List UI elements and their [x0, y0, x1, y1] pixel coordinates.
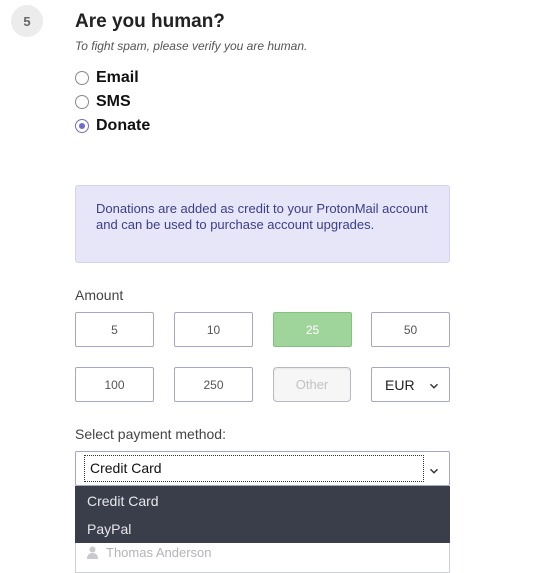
step-number-badge: 5 [11, 5, 43, 37]
amount-50-button[interactable]: 50 [371, 312, 450, 347]
cardholder-name-placeholder: Thomas Anderson [106, 545, 212, 560]
amount-other-input[interactable] [273, 367, 351, 402]
user-icon [87, 546, 98, 564]
radio-option-email[interactable]: Email [75, 69, 139, 87]
radio-option-donate[interactable]: Donate [75, 117, 150, 135]
sms-radio-label[interactable]: SMS [96, 93, 131, 111]
page-title: Are you human? [75, 11, 225, 32]
amount-100-button[interactable]: 100 [75, 367, 154, 402]
donate-radio-label[interactable]: Donate [96, 117, 150, 135]
email-radio-label[interactable]: Email [96, 69, 139, 87]
radio-option-sms[interactable]: SMS [75, 93, 131, 111]
cardholder-name-field[interactable]: Thomas Anderson [75, 543, 450, 573]
amount-5-button[interactable]: 5 [75, 312, 154, 347]
amount-10-button[interactable]: 10 [174, 312, 253, 347]
donation-info-box: Donations are added as credit to your Pr… [75, 185, 450, 263]
payment-option-paypal[interactable]: PayPal [76, 515, 449, 543]
payment-method-dropdown: Credit Card PayPal [75, 486, 450, 543]
payment-method-value: Credit Card [84, 455, 424, 482]
sms-radio[interactable] [75, 95, 89, 109]
currency-value: EUR [385, 376, 415, 393]
payment-method-select[interactable]: Credit Card [75, 451, 450, 486]
donation-info-text: Donations are added as credit to your Pr… [96, 201, 428, 232]
amount-250-button[interactable]: 250 [174, 367, 253, 402]
chevron-down-icon [429, 378, 439, 394]
payment-option-credit-card[interactable]: Credit Card [76, 487, 449, 515]
email-radio[interactable] [75, 71, 89, 85]
page-subtitle: To fight spam, please verify you are hum… [75, 39, 308, 53]
payment-method-label: Select payment method: [75, 426, 226, 442]
donate-radio[interactable] [75, 119, 89, 133]
currency-select[interactable]: EUR [371, 367, 450, 402]
chevron-down-icon [429, 463, 439, 481]
amount-25-button[interactable]: 25 [273, 312, 352, 347]
amount-label: Amount [75, 287, 124, 303]
